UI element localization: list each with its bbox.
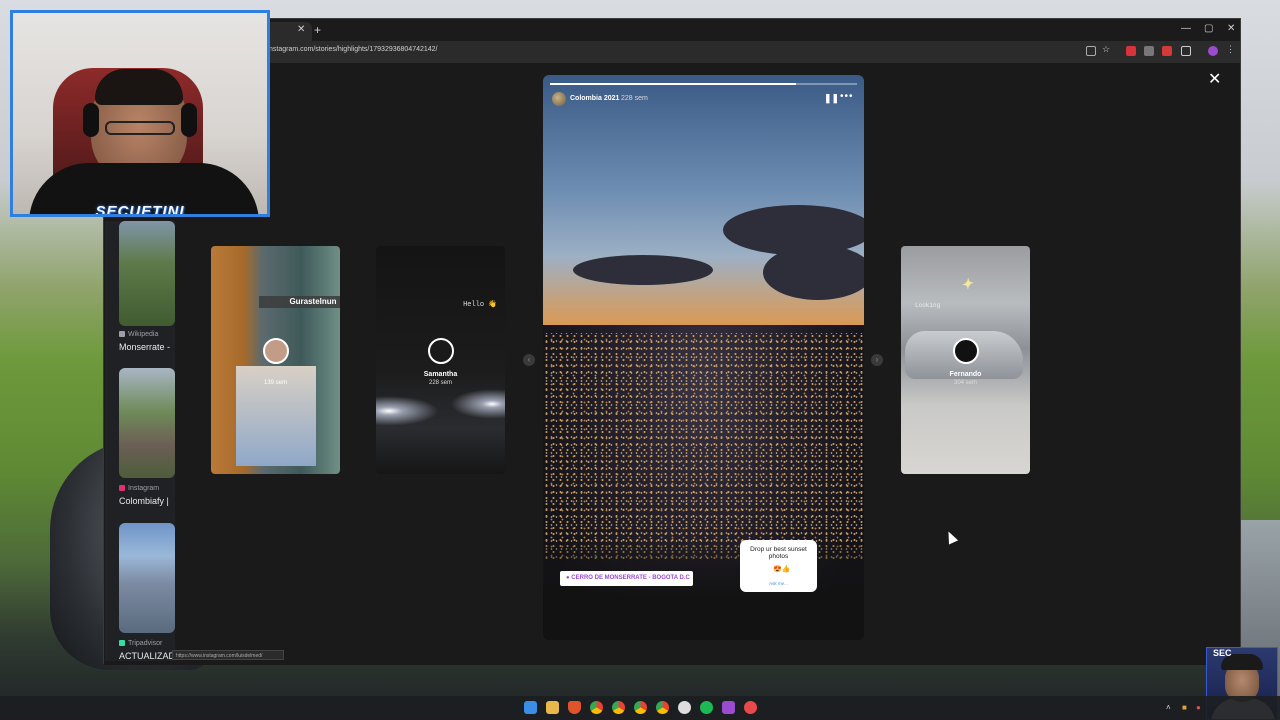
story-time: 228 sem bbox=[621, 95, 648, 102]
result-image[interactable] bbox=[119, 368, 175, 478]
cloud-shape bbox=[763, 245, 864, 300]
city-lights bbox=[543, 333, 864, 563]
result-source: Wikipedia bbox=[119, 331, 158, 338]
result-title[interactable]: Monserrate - bbox=[119, 342, 170, 352]
location-text: CERRO DE MONSERRATE - BOGOTA D.C bbox=[571, 575, 690, 581]
tray-chevron-icon[interactable]: ˄ bbox=[1166, 703, 1171, 712]
story-card-avatar bbox=[427, 338, 454, 364]
result-source: Tripadvisor bbox=[119, 640, 162, 647]
story-card-name: Fernando bbox=[949, 371, 982, 378]
story-title[interactable]: Colombia 2021 bbox=[570, 95, 619, 102]
minimize-icon[interactable]: — bbox=[1181, 23, 1191, 34]
instagram-icon bbox=[119, 485, 125, 491]
previous-story-icon[interactable]: ‹ bbox=[523, 354, 535, 366]
close-icon[interactable]: ✕ bbox=[1208, 72, 1221, 88]
glasses bbox=[105, 121, 175, 135]
location-pin-icon: ● bbox=[566, 575, 570, 581]
webcam-overlay: SECUETINI bbox=[10, 10, 270, 217]
question-emoji: 😍👍 bbox=[773, 566, 791, 573]
story-card-text: Hello 👋 bbox=[463, 301, 497, 309]
new-tab-icon[interactable]: + bbox=[314, 23, 321, 37]
tab-strip: ✕ + — ▢ ✕ bbox=[104, 19, 1240, 41]
story-avatar[interactable] bbox=[552, 92, 566, 106]
cloud-shape bbox=[573, 255, 713, 285]
tab-close-icon[interactable]: ✕ bbox=[297, 24, 305, 35]
sparkle-sticker: ✦ bbox=[959, 274, 975, 294]
result-title[interactable]: Colombiafy | bbox=[119, 496, 169, 506]
windows-start-icon[interactable] bbox=[524, 701, 537, 714]
status-url: https://www.instagram.com/luisdelmed/ bbox=[172, 650, 284, 660]
extensions-puzzle-icon[interactable] bbox=[1181, 46, 1191, 56]
streamer-hair bbox=[95, 69, 183, 105]
story-progress-fill bbox=[550, 83, 796, 85]
tripadvisor-icon bbox=[119, 640, 125, 646]
story-card[interactable]: Hello 👋 Samantha 228 sem bbox=[376, 246, 505, 474]
more-options-icon[interactable]: ••• bbox=[840, 91, 854, 102]
chrome-icon[interactable] bbox=[590, 701, 603, 714]
headphone-right bbox=[181, 103, 197, 137]
cast-icon[interactable] bbox=[1086, 46, 1096, 56]
maximize-icon[interactable]: ▢ bbox=[1204, 23, 1213, 34]
location-sticker[interactable]: ● CERRO DE MONSERRATE - BOGOTA D.C bbox=[560, 571, 693, 586]
chrome-icon[interactable] bbox=[656, 701, 669, 714]
tray-mic-icon[interactable]: ● bbox=[1196, 703, 1201, 712]
adblock-icon[interactable] bbox=[1162, 46, 1172, 56]
chrome-icon[interactable] bbox=[634, 701, 647, 714]
story-card-text: Looking bbox=[915, 302, 941, 309]
pause-icon[interactable]: ❚❚ bbox=[824, 93, 839, 104]
result-image[interactable] bbox=[119, 221, 175, 326]
extension-icon[interactable] bbox=[1144, 46, 1154, 56]
active-story[interactable]: Colombia 2021 228 sem ❚❚ ••• ● CERRO DE … bbox=[543, 75, 864, 640]
obs-icon[interactable] bbox=[744, 701, 757, 714]
extension-record-icon[interactable] bbox=[1126, 46, 1136, 56]
result-title[interactable]: ACTUALIZADO bbox=[119, 651, 175, 661]
headphone-left bbox=[83, 103, 99, 137]
story-card-avatar bbox=[952, 338, 979, 364]
webcam-small-label: SEC bbox=[1213, 648, 1232, 658]
app-icon[interactable] bbox=[722, 701, 735, 714]
webcam-label: SECUETINI bbox=[95, 203, 185, 217]
question-sticker[interactable]: Drop ur best sunset photos 😍👍 Ask me... bbox=[740, 540, 817, 592]
spotify-icon[interactable] bbox=[700, 701, 713, 714]
result-image[interactable] bbox=[119, 523, 175, 633]
window-close-icon[interactable]: ✕ bbox=[1227, 23, 1235, 34]
story-card-sticker: Gurastelnun bbox=[259, 296, 340, 308]
story-card-time: 228 sem bbox=[428, 380, 452, 386]
chrome-icon[interactable] bbox=[612, 701, 625, 714]
next-story-icon[interactable]: › bbox=[871, 354, 883, 366]
question-text: Drop ur best sunset photos bbox=[750, 546, 807, 560]
story-card-time: 139 sem bbox=[263, 380, 287, 386]
car-headlights bbox=[376, 376, 505, 446]
search-results-panel: Wikipedia Monserrate - Instagram Colombi… bbox=[105, 221, 175, 661]
file-explorer-icon[interactable] bbox=[546, 701, 559, 714]
question-reply-prompt[interactable]: Ask me... bbox=[740, 581, 817, 586]
address-bar[interactable]: nstagram.com/stories/highlights/17932936… bbox=[269, 46, 438, 53]
story-card-avatar bbox=[262, 338, 289, 364]
tray-app-icon[interactable]: ■ bbox=[1182, 703, 1187, 712]
app-icon[interactable] bbox=[678, 701, 691, 714]
profile-avatar[interactable] bbox=[1208, 46, 1218, 56]
story-card[interactable]: Gurastelnun 139 sem bbox=[211, 246, 340, 474]
bookmark-star-icon[interactable]: ☆ bbox=[1102, 44, 1112, 54]
story-card-name: Samantha bbox=[423, 371, 458, 378]
wikipedia-icon bbox=[119, 331, 125, 337]
brave-icon[interactable] bbox=[568, 701, 581, 714]
browser-toolbar: nstagram.com/stories/highlights/17932936… bbox=[104, 41, 1240, 63]
result-source: Instagram bbox=[119, 485, 159, 492]
story-progress-bar bbox=[550, 83, 857, 85]
story-card-time: 304 sem bbox=[953, 380, 977, 386]
browser-menu-icon[interactable]: ⋮ bbox=[1226, 44, 1236, 54]
taskbar: ˄ ■ ● bbox=[0, 696, 1280, 720]
story-card[interactable]: Looking ✦ Fernando 304 sem bbox=[901, 246, 1030, 474]
